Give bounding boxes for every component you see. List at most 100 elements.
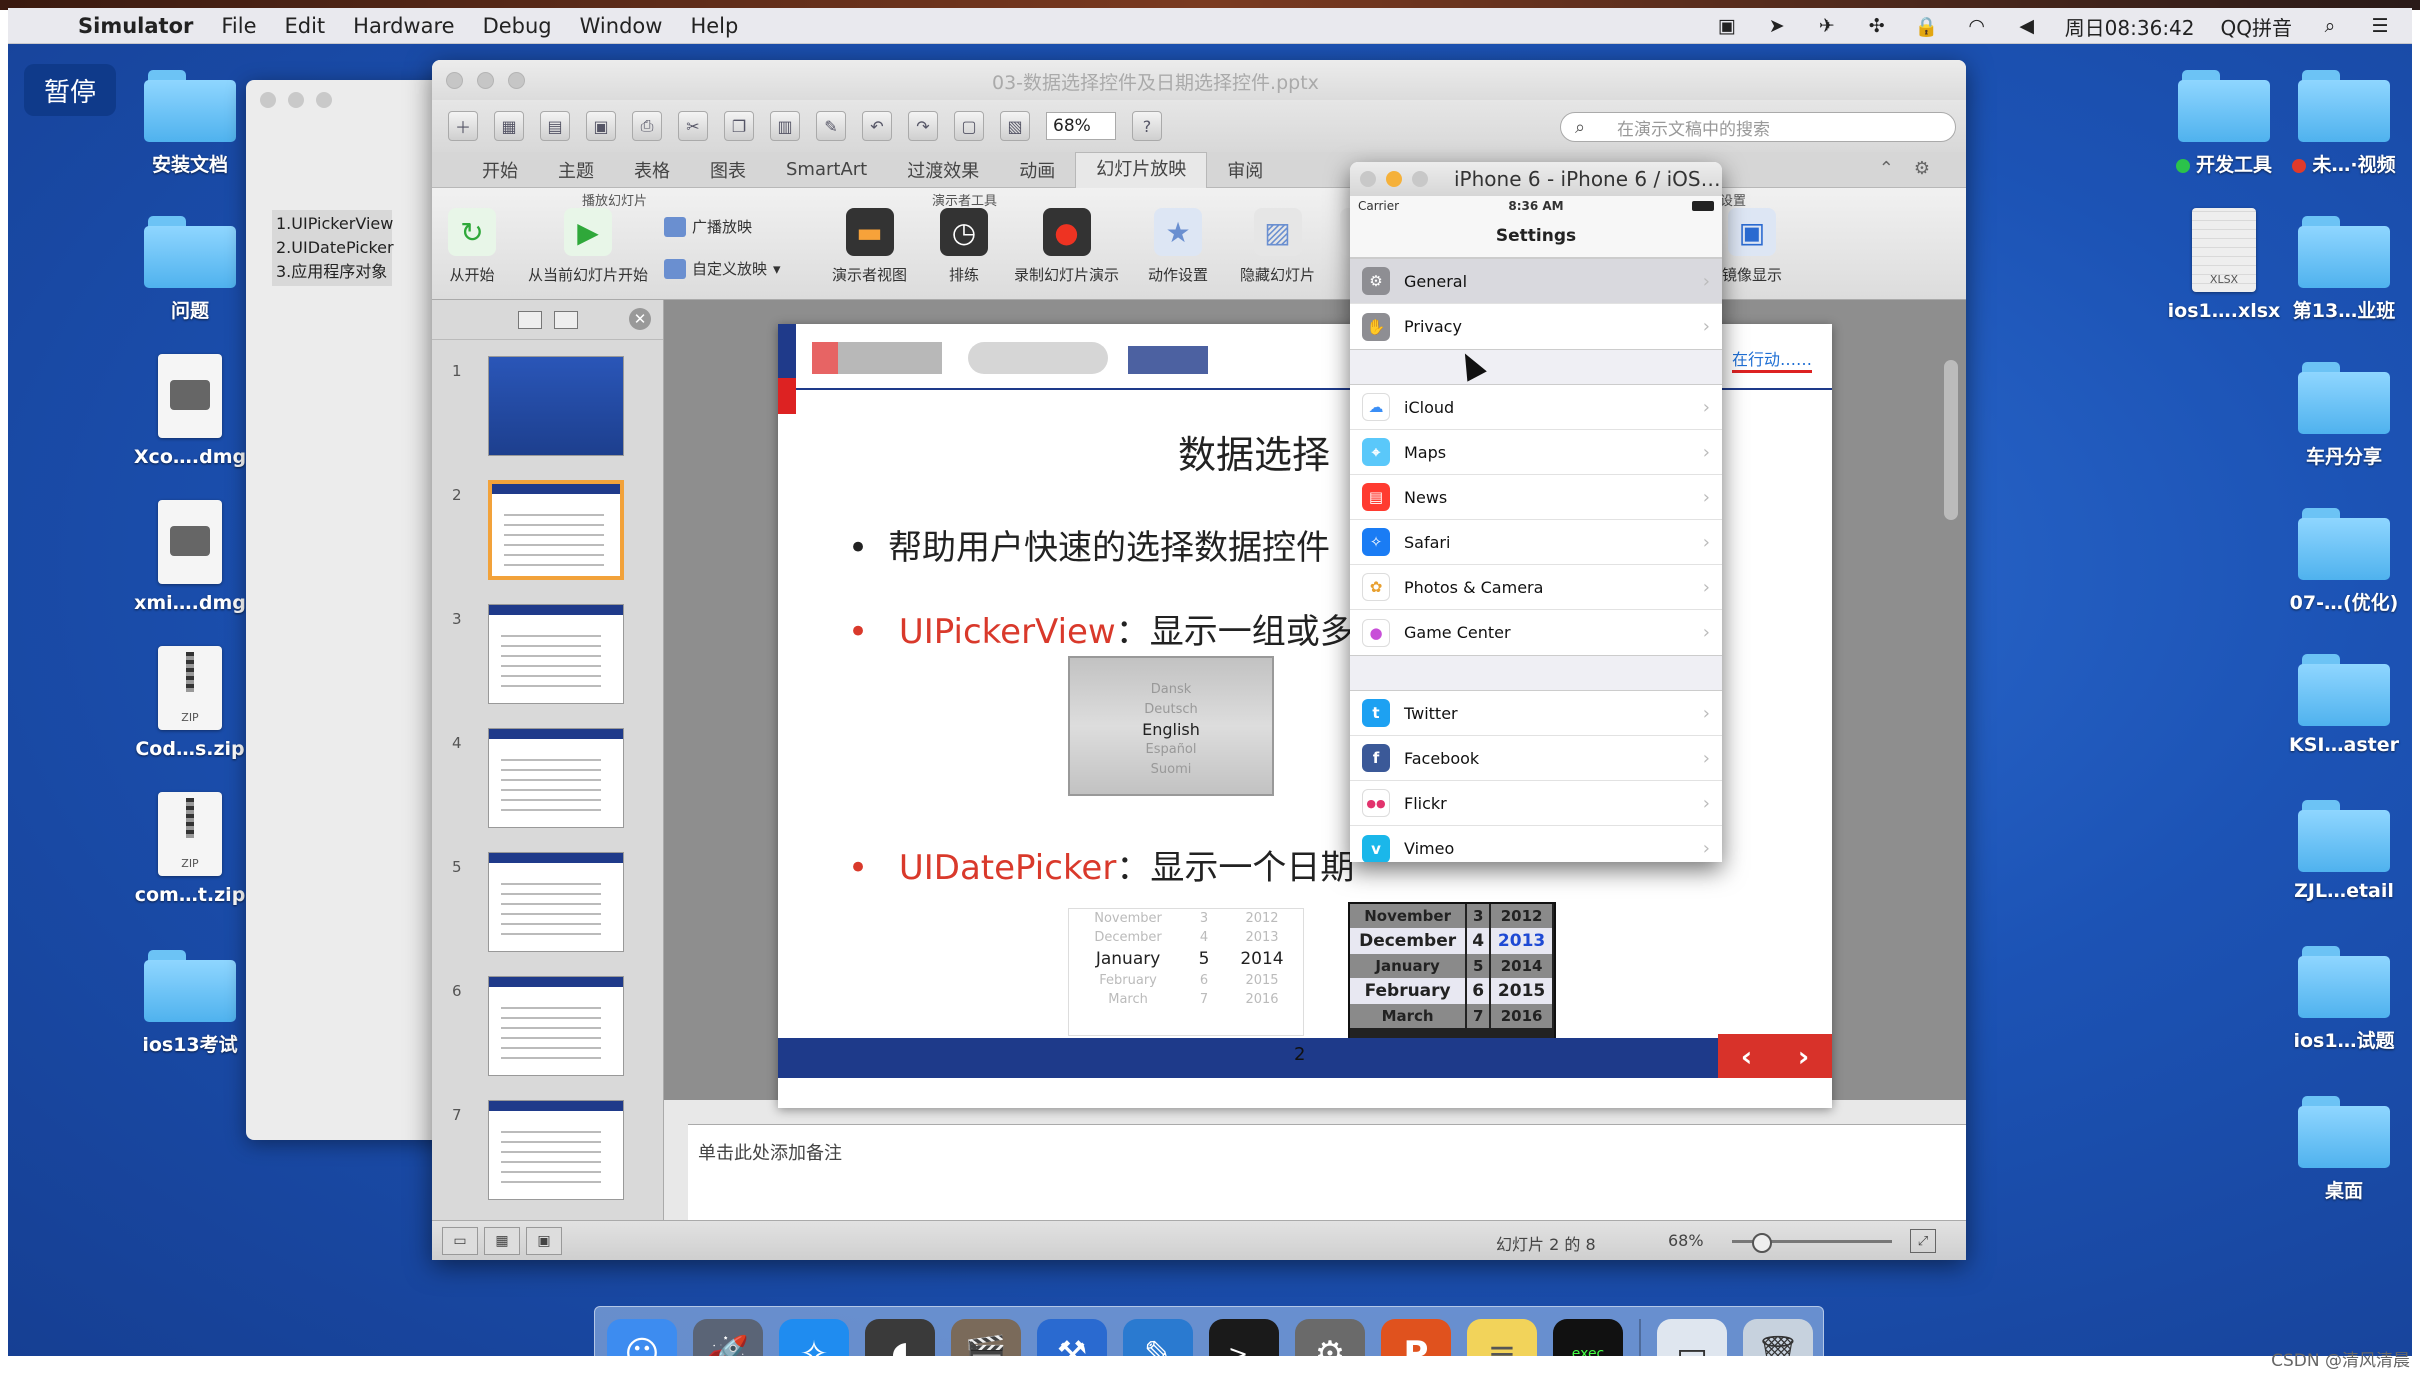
- tab-review[interactable]: 审阅: [1207, 157, 1283, 183]
- close-button[interactable]: [260, 92, 276, 108]
- tab-charts[interactable]: 图表: [690, 157, 766, 183]
- normal-view-icon[interactable]: ▭: [442, 1227, 478, 1255]
- slide-thumbnail[interactable]: 5: [452, 852, 652, 952]
- desktop-item[interactable]: KSI…aster: [2264, 654, 2412, 756]
- menu-app-name[interactable]: Simulator: [64, 14, 207, 38]
- pause-button[interactable]: 暂停: [24, 64, 116, 116]
- powerpoint-icon[interactable]: P: [1381, 1319, 1451, 1356]
- search-icon[interactable]: ⌕: [2318, 15, 2342, 37]
- desktop-item[interactable]: ios1…试题: [2264, 946, 2412, 1053]
- minimize-button[interactable]: [1386, 171, 1402, 187]
- presenter-view-icon[interactable]: ▣: [526, 1227, 562, 1255]
- fit-window-icon[interactable]: ⤢: [1910, 1229, 1936, 1253]
- desktop-item[interactable]: 未…·视频: [2264, 70, 2412, 177]
- settings-row-safari[interactable]: ✧ Safari ›: [1350, 520, 1722, 565]
- slides-view-icon[interactable]: [517, 310, 542, 329]
- settings-row-news[interactable]: ▤ News ›: [1350, 475, 1722, 520]
- tab-home[interactable]: 开始: [462, 157, 538, 183]
- airplane-icon[interactable]: ✈: [1815, 15, 1839, 37]
- help-icon[interactable]: ?: [1132, 111, 1162, 141]
- volume-icon[interactable]: ◀: [2015, 15, 2039, 37]
- save-icon[interactable]: ▣: [586, 111, 616, 141]
- custom-show-button[interactable]: 自定义放映 ▾: [664, 258, 781, 279]
- close-button[interactable]: [1360, 171, 1376, 187]
- format-painter-icon[interactable]: ✎: [816, 111, 846, 141]
- undo-icon[interactable]: ↶: [862, 111, 892, 141]
- screen-record-icon[interactable]: ▣: [1715, 15, 1739, 37]
- mirror-display-button[interactable]: ▣ 镜像显示: [1722, 208, 1782, 285]
- menu-edit[interactable]: Edit: [271, 14, 340, 38]
- paste-icon[interactable]: ▥: [770, 111, 800, 141]
- wifi-icon[interactable]: ◠: [1965, 15, 1989, 37]
- outline-item[interactable]: 1.UIPickerView: [276, 212, 393, 236]
- media-icon[interactable]: ▧: [1000, 111, 1030, 141]
- settings-row-privacy[interactable]: ✋ Privacy ›: [1350, 304, 1722, 349]
- settings-row-flickr[interactable]: ●● Flickr ›: [1350, 781, 1722, 826]
- menubar-clock[interactable]: 周日08:36:42: [2065, 12, 2195, 41]
- minimize-button[interactable]: [477, 72, 494, 89]
- exec-icon[interactable]: exec: [1553, 1319, 1623, 1356]
- menu-debug[interactable]: Debug: [469, 14, 566, 38]
- chevron-left-icon[interactable]: ‹: [1741, 1040, 1753, 1073]
- print-icon[interactable]: ⎙: [632, 111, 662, 141]
- zoom-select[interactable]: 68%: [1046, 112, 1116, 140]
- movie-icon[interactable]: 🎬: [951, 1319, 1021, 1356]
- broadcast-button[interactable]: 广播放映: [664, 216, 752, 237]
- tab-themes[interactable]: 主题: [538, 157, 614, 183]
- presenter-view-button[interactable]: ▬ 演示者视图: [832, 208, 907, 285]
- menu-help[interactable]: Help: [676, 14, 752, 38]
- slide-thumbnail[interactable]: 1: [452, 356, 652, 456]
- menu-hardware[interactable]: Hardware: [339, 14, 468, 38]
- play-from-start-button[interactable]: ↻ 从开始: [448, 208, 496, 285]
- tab-transitions[interactable]: 过渡效果: [887, 157, 999, 183]
- slide-canvas[interactable]: 在行动…… 数据选择 帮助用户快速的选择数据控件 UIPickerView：显示…: [664, 300, 1966, 1108]
- settings-row-facebook[interactable]: f Facebook ›: [1350, 736, 1722, 781]
- safari-icon[interactable]: ✧: [779, 1319, 849, 1356]
- chevron-right-icon[interactable]: ›: [1798, 1040, 1810, 1073]
- layout-icon[interactable]: ▦: [494, 111, 524, 141]
- minimize-button[interactable]: [288, 92, 304, 108]
- desktop-item[interactable]: 07-…(优化): [2264, 508, 2412, 615]
- network-icon[interactable]: ✣: [1865, 15, 1889, 37]
- search-input[interactable]: ⌕ 在演示文稿中的搜索: [1560, 112, 1956, 142]
- action-settings-button[interactable]: ★ 动作设置: [1148, 208, 1208, 285]
- outline-item[interactable]: 2.UIDatePicker: [276, 236, 394, 260]
- tab-animations[interactable]: 动画: [999, 157, 1075, 183]
- zoom-button[interactable]: [1412, 171, 1428, 187]
- settings-row-game-center[interactable]: ● Game Center ›: [1350, 610, 1722, 655]
- menu-window[interactable]: Window: [566, 14, 677, 38]
- terminal-icon[interactable]: >_: [1209, 1319, 1279, 1356]
- settings-row-twitter[interactable]: t Twitter ›: [1350, 691, 1722, 736]
- slide-thumbnail[interactable]: 4: [452, 728, 652, 828]
- ribbon-options-icon[interactable]: ⌃⚙: [1879, 158, 1950, 179]
- settings-row-maps[interactable]: ⌖ Maps ›: [1350, 430, 1722, 475]
- desktop-item[interactable]: 第13…业班: [2264, 216, 2412, 323]
- xcode-icon[interactable]: ⚒: [1037, 1319, 1107, 1356]
- desktop-item[interactable]: 桌面: [2264, 1096, 2412, 1203]
- copy-icon[interactable]: ❐: [724, 111, 754, 141]
- zoom-button[interactable]: [508, 72, 525, 89]
- lock-icon[interactable]: 🔒: [1915, 16, 1939, 38]
- new-slide-icon[interactable]: ＋: [448, 111, 478, 141]
- preview-icon[interactable]: ▭: [1657, 1319, 1727, 1356]
- system-preferences-icon[interactable]: ⚙: [1295, 1319, 1365, 1356]
- instruments-icon[interactable]: ✎: [1123, 1319, 1193, 1356]
- input-method[interactable]: QQ拼音: [2221, 12, 2292, 41]
- tab-smartart[interactable]: SmartArt: [766, 159, 887, 180]
- slide-thumbnail[interactable]: 2: [452, 480, 652, 580]
- notes-icon[interactable]: ≡: [1467, 1319, 1537, 1356]
- rehearse-button[interactable]: ◷ 排练: [940, 208, 988, 285]
- trash-icon[interactable]: 🗑: [1743, 1319, 1813, 1356]
- close-button[interactable]: [446, 72, 463, 89]
- settings-row-vimeo[interactable]: v Vimeo ›: [1350, 826, 1722, 862]
- open-icon[interactable]: ▤: [540, 111, 570, 141]
- zoom-button[interactable]: [316, 92, 332, 108]
- tab-tables[interactable]: 表格: [614, 157, 690, 183]
- settings-row-photos[interactable]: ✿ Photos & Camera ›: [1350, 565, 1722, 610]
- notes-pane[interactable]: 单击此处添加备注: [688, 1124, 1966, 1220]
- sorter-view-icon[interactable]: ▦: [484, 1227, 520, 1255]
- record-show-button[interactable]: ● 录制幻灯片演示: [1014, 208, 1119, 285]
- slide-thumbnail[interactable]: 3: [452, 604, 652, 704]
- tab-slide-show[interactable]: 幻灯片放映: [1075, 151, 1208, 188]
- zoom-slider[interactable]: [1732, 1233, 1892, 1253]
